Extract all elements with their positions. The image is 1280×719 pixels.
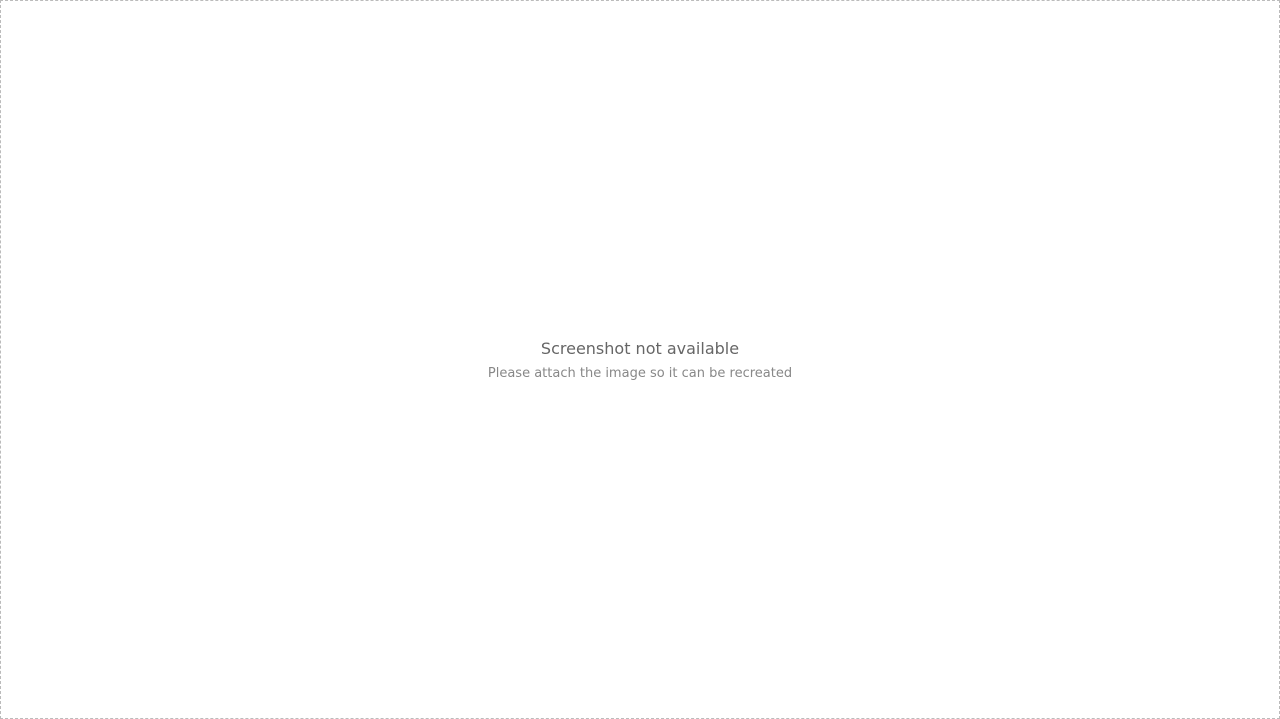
notice-hint: Please attach the image so it can be rec… — [487, 365, 793, 381]
missing-screenshot-panel: Screenshot not available Please attach t… — [0, 0, 1280, 719]
notice-message: Screenshot not available — [540, 338, 740, 358]
